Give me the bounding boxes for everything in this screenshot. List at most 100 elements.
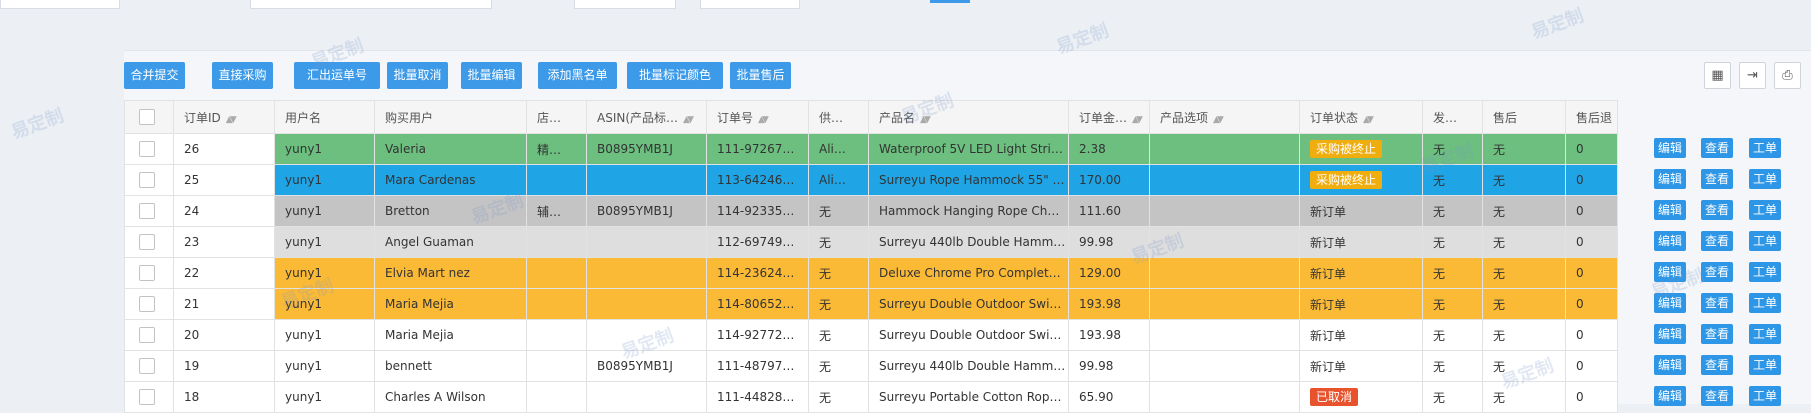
- print-icon[interactable]: ⎙: [1774, 62, 1801, 89]
- top-button-edge[interactable]: [930, 0, 970, 3]
- view-button[interactable]: 查看: [1701, 355, 1733, 375]
- column-header[interactable]: 购买用户: [374, 100, 527, 134]
- toolbar-button[interactable]: 批量标记颜色: [627, 62, 723, 89]
- column-header[interactable]: 发…: [1422, 100, 1483, 134]
- ticket-button[interactable]: 工单: [1749, 324, 1781, 344]
- column-header[interactable]: 订单状态 ▲▼: [1299, 100, 1423, 134]
- column-header[interactable]: 售后: [1482, 100, 1566, 134]
- ticket-button[interactable]: 工单: [1749, 262, 1781, 282]
- column-header[interactable]: 售后退: [1565, 100, 1618, 134]
- edit-button[interactable]: 编辑: [1654, 262, 1686, 282]
- filter-box[interactable]: [574, 0, 676, 9]
- column-header[interactable]: 订单ID ▲▼: [173, 100, 275, 134]
- cell-asin: [586, 164, 707, 196]
- cell-order: 114-92335…: [706, 195, 809, 227]
- cell-asin: [586, 288, 707, 320]
- export-icon[interactable]: ⇥: [1739, 62, 1766, 89]
- cell-user: yuny1: [274, 164, 375, 196]
- row-checkbox[interactable]: [124, 319, 174, 351]
- view-button[interactable]: 查看: [1701, 169, 1733, 189]
- cell-refund: 0: [1565, 226, 1618, 258]
- edit-button[interactable]: 编辑: [1654, 324, 1686, 344]
- cell-supplier: 无: [808, 226, 869, 258]
- row-checkbox[interactable]: [124, 226, 174, 258]
- table-row[interactable]: 18 yuny1 Charles A Wilson 111-44828… 无 Surrey…: [124, 381, 1618, 413]
- ticket-button[interactable]: 工单: [1749, 355, 1781, 375]
- select-all-checkbox[interactable]: [124, 100, 174, 134]
- cell-after: 无: [1482, 381, 1566, 413]
- sort-icon[interactable]: ▲▼: [683, 115, 694, 125]
- row-checkbox[interactable]: [124, 164, 174, 196]
- column-header[interactable]: 产品选项 ▲▼: [1149, 100, 1300, 134]
- edit-button[interactable]: 编辑: [1654, 355, 1686, 375]
- table-row[interactable]: 23 yuny1 Angel Guaman 112-69749… 无 Surreyu 44…: [124, 226, 1618, 258]
- filter-box[interactable]: [700, 0, 800, 9]
- view-button[interactable]: 查看: [1701, 138, 1733, 158]
- toolbar-button[interactable]: 批量编辑: [461, 62, 522, 89]
- table-row[interactable]: 25 yuny1 Mara Cardenas 113-64246… Ali… Surrey…: [124, 164, 1618, 196]
- table-row[interactable]: 22 yuny1 Elvia Mart nez 114-23624… 无 Deluxe C…: [124, 257, 1618, 289]
- view-button[interactable]: 查看: [1701, 293, 1733, 313]
- toolbar-button[interactable]: 合并提交: [124, 62, 185, 89]
- filter-box[interactable]: [250, 0, 492, 9]
- grid-icon[interactable]: ▦: [1704, 62, 1731, 89]
- ticket-button[interactable]: 工单: [1749, 200, 1781, 220]
- edit-button[interactable]: 编辑: [1654, 386, 1686, 406]
- edit-button[interactable]: 编辑: [1654, 200, 1686, 220]
- sort-icon[interactable]: ▲▼: [758, 115, 769, 125]
- table-row[interactable]: 19 yuny1 bennett B0895YMB1J 111-48797… 无 Surre…: [124, 350, 1618, 382]
- row-checkbox[interactable]: [124, 195, 174, 227]
- edit-button[interactable]: 编辑: [1654, 169, 1686, 189]
- edit-button[interactable]: 编辑: [1654, 231, 1686, 251]
- table-row[interactable]: 20 yuny1 Maria Mejia 114-92772… 无 Surreyu Dou…: [124, 319, 1618, 351]
- column-header[interactable]: 订单号 ▲▼: [706, 100, 809, 134]
- cell-refund: 0: [1565, 381, 1618, 413]
- cell-buyer: Elvia Mart nez: [374, 257, 527, 289]
- sort-icon[interactable]: ▲▼: [1363, 115, 1374, 125]
- sort-icon[interactable]: ▲▼: [1213, 115, 1224, 125]
- sort-icon[interactable]: ▲▼: [920, 115, 931, 125]
- cell-after: 无: [1482, 288, 1566, 320]
- cell-id: 24: [173, 195, 275, 227]
- table-row[interactable]: 24 yuny1 Bretton 辅… B0895YMB1J 114-92335… 无 Ham…: [124, 195, 1618, 227]
- view-button[interactable]: 查看: [1701, 200, 1733, 220]
- ticket-button[interactable]: 工单: [1749, 231, 1781, 251]
- cell-refund: 0: [1565, 195, 1618, 227]
- cell-buyer: Angel Guaman: [374, 226, 527, 258]
- ticket-button[interactable]: 工单: [1749, 386, 1781, 406]
- column-header[interactable]: 店…: [526, 100, 587, 134]
- cell-user: yuny1: [274, 319, 375, 351]
- filter-box[interactable]: [0, 0, 120, 9]
- view-button[interactable]: 查看: [1701, 324, 1733, 344]
- edit-button[interactable]: 编辑: [1654, 293, 1686, 313]
- column-header-label: 订单金…: [1079, 110, 1128, 125]
- ticket-button[interactable]: 工单: [1749, 169, 1781, 189]
- row-checkbox[interactable]: [124, 257, 174, 289]
- sort-icon[interactable]: ▲▼: [226, 115, 237, 125]
- cell-after: 无: [1482, 319, 1566, 351]
- column-header[interactable]: 订单金… ▲▼: [1068, 100, 1150, 134]
- toolbar-button[interactable]: 添加黑名单: [538, 62, 617, 89]
- toolbar-button[interactable]: 汇出运单号: [294, 62, 380, 89]
- view-button[interactable]: 查看: [1701, 262, 1733, 282]
- ticket-button[interactable]: 工单: [1749, 138, 1781, 158]
- column-header[interactable]: ASIN(产品标… ▲▼: [586, 100, 707, 134]
- view-button[interactable]: 查看: [1701, 231, 1733, 251]
- cell-asin: [586, 381, 707, 413]
- row-checkbox[interactable]: [124, 350, 174, 382]
- column-header[interactable]: 产品名 ▲▼: [868, 100, 1069, 134]
- row-checkbox[interactable]: [124, 381, 174, 413]
- column-header[interactable]: 用户名: [274, 100, 375, 134]
- table-row[interactable]: 26 yuny1 Valeria 精… B0895YMB1J 111-97267… Ali……: [124, 133, 1618, 165]
- toolbar-button[interactable]: 批量取消: [387, 62, 448, 89]
- view-button[interactable]: 查看: [1701, 386, 1733, 406]
- row-checkbox[interactable]: [124, 288, 174, 320]
- column-header[interactable]: 供…: [808, 100, 869, 134]
- toolbar-button[interactable]: 批量售后: [730, 62, 791, 89]
- ticket-button[interactable]: 工单: [1749, 293, 1781, 313]
- sort-icon[interactable]: ▲▼: [1132, 115, 1143, 125]
- toolbar-button[interactable]: 直接采购: [212, 62, 273, 89]
- row-checkbox[interactable]: [124, 133, 174, 165]
- table-row[interactable]: 21 yuny1 Maria Mejia 114-80652… 无 Surreyu Dou…: [124, 288, 1618, 320]
- edit-button[interactable]: 编辑: [1654, 138, 1686, 158]
